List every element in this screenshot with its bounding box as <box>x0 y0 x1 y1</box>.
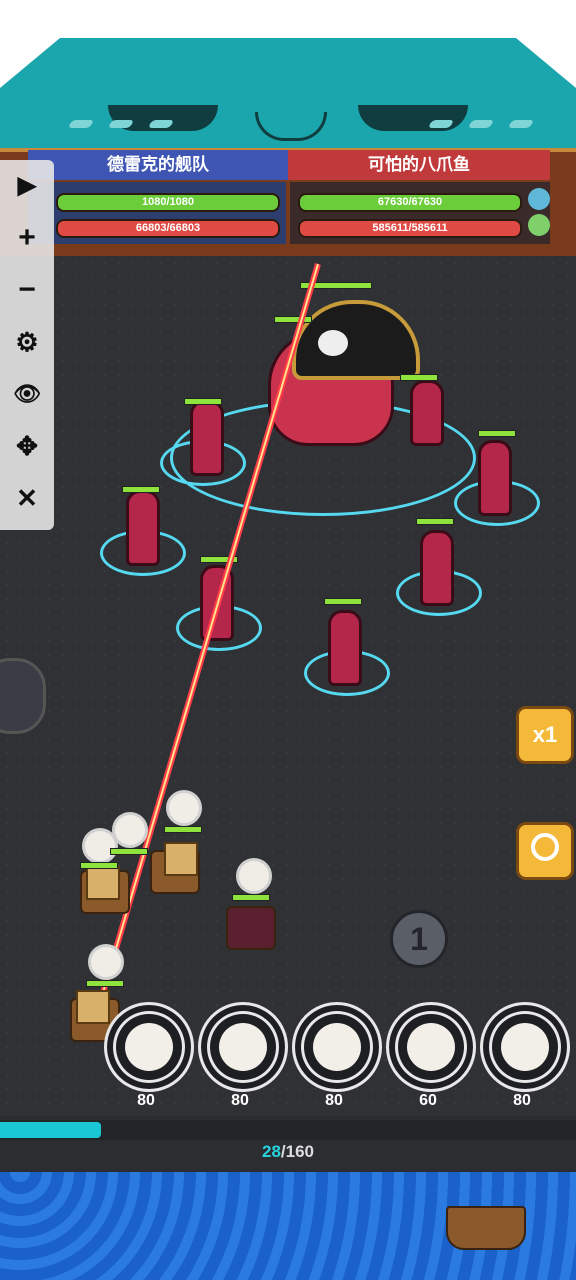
wave-progress-fill <box>0 1122 101 1138</box>
right-shield-bar: 585611/585611 <box>298 219 522 238</box>
left-shield-bar: 66803/66803 <box>56 219 280 238</box>
skill-cost: 80 <box>325 1092 343 1109</box>
cat-ear-right <box>516 38 576 88</box>
play-button[interactable]: ▶ <box>0 160 54 212</box>
speed-button[interactable]: x1 <box>516 706 574 764</box>
skill-button-1[interactable] <box>104 1002 194 1092</box>
skill-button-3[interactable] <box>292 1002 382 1092</box>
enemy-shield-icon <box>528 214 550 236</box>
left-team-name: 德雷克的舰队 <box>28 150 288 180</box>
ship-hp-bar <box>164 826 202 833</box>
player-ship[interactable] <box>226 906 276 950</box>
cat-ear-left <box>0 38 60 88</box>
close-button[interactable]: ✕ <box>0 472 54 524</box>
swirl-icon <box>501 1023 549 1071</box>
target-marker[interactable]: 1 <box>390 910 448 968</box>
skill-cost: 80 <box>231 1092 249 1109</box>
fire-icon <box>219 1023 267 1071</box>
hide-button[interactable]: 👁 <box>0 368 54 420</box>
ship-hp-bar <box>80 862 118 869</box>
settings-button[interactable]: ⚙ <box>0 316 54 368</box>
zoom-out-button[interactable]: − <box>0 264 54 316</box>
sailing-ship-icon <box>446 1206 526 1250</box>
floating-assistant-icon[interactable] <box>0 658 46 734</box>
ship-sail <box>86 866 120 900</box>
skill-cost: 80 <box>513 1092 531 1109</box>
skill-cost: 80 <box>137 1092 155 1109</box>
ship-skill-icon <box>236 858 272 894</box>
cannon-icon <box>125 1023 173 1071</box>
ship-skill-icon <box>88 944 124 980</box>
skill-button-2[interactable] <box>198 1002 288 1092</box>
left-hp-bar: 1080/1080 <box>56 193 280 212</box>
skill-button-5[interactable] <box>480 1002 570 1092</box>
ship-hp-bar <box>86 980 124 987</box>
right-hp-bar: 67630/67630 <box>298 193 522 212</box>
ship-sail <box>76 990 110 1024</box>
zoom-in-button[interactable]: + <box>0 212 54 264</box>
progress-total: /160 <box>280 1142 314 1161</box>
skill-cost: 60 <box>419 1092 437 1109</box>
gear-icon <box>407 1023 455 1071</box>
move-button[interactable]: ✥ <box>0 420 54 472</box>
progress-current: 28 <box>261 1142 281 1161</box>
enemy-avatar-icon <box>528 188 550 210</box>
ship-skill-icon <box>166 790 202 826</box>
right-team-name: 可怕的八爪鱼 <box>288 150 550 180</box>
cat-eye-right <box>358 105 468 131</box>
ship-sail <box>164 842 198 876</box>
wave-progress-text: 28/160 <box>0 1142 576 1162</box>
ship-hp-bar <box>232 894 270 901</box>
magnifier-icon <box>531 833 559 861</box>
ship-skill-icon <box>112 812 148 848</box>
bomb-icon <box>313 1023 361 1071</box>
search-button[interactable] <box>516 822 574 880</box>
skill-button-4[interactable] <box>386 1002 476 1092</box>
ship-hp-bar <box>110 848 148 855</box>
